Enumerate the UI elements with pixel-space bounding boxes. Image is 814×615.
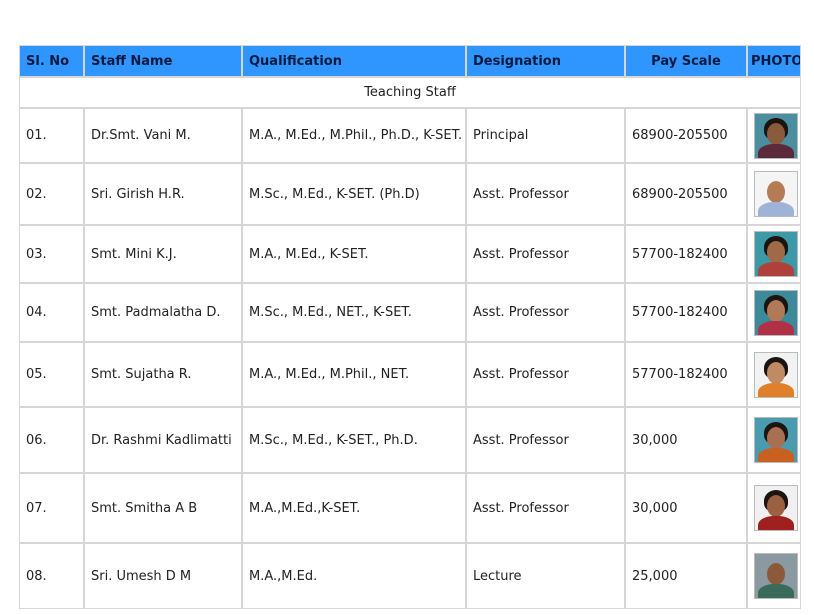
table-row: 03. Smt. Mini K.J. M.A., M.Ed., K-SET. Asst… [19, 225, 801, 283]
pay-scale-cell: 57700-182400 [625, 342, 747, 407]
table-row: 06. Dr. Rashmi Kadlimatti M.Sc., M.Ed., K-… [19, 407, 801, 473]
designation-cell: Asst. Professor [466, 407, 625, 473]
table-row: 05. Smt. Sujatha R. M.A., M.Ed., M.Phil., … [19, 342, 801, 407]
pay-scale-cell: 25,000 [625, 543, 747, 609]
designation-cell: Asst. Professor [466, 283, 625, 342]
qualification-cell: M.Sc., M.Ed., NET., K-SET. [242, 283, 466, 342]
staff-photo [754, 112, 798, 159]
staff-photo [754, 485, 798, 531]
designation-cell: Asst. Professor [466, 342, 625, 407]
table-row: 01. Dr.Smt. Vani M. M.A., M.Ed., M.Phil., … [19, 108, 801, 163]
staff-photo [754, 289, 798, 336]
table-row: 02. Sri. Girish H.R. M.Sc., M.Ed., K-SET. … [19, 163, 801, 225]
staff-table: Sl. No Staff Name Qualification Designat… [19, 45, 801, 609]
sl-no-cell: 08. [19, 543, 84, 609]
qualification-cell: M.A., M.Ed., M.Phil., NET. [242, 342, 466, 407]
qualification-cell: M.A., M.Ed., M.Phil., Ph.D., K-SET. [242, 108, 466, 163]
section-title: Teaching Staff [19, 77, 801, 108]
table-row: 04. Smt. Padmalatha D. M.Sc., M.Ed., NET.,… [19, 283, 801, 342]
header-staff-name: Staff Name [84, 45, 242, 77]
staff-name-cell: Smt. Smitha A B [84, 473, 242, 543]
staff-name-cell: Smt. Mini K.J. [84, 225, 242, 283]
qualification-cell: M.Sc., M.Ed., K-SET. (Ph.D) [242, 163, 466, 225]
header-qualification: Qualification [242, 45, 466, 77]
designation-cell: Asst. Professor [466, 163, 625, 225]
staff-name-cell: Smt. Padmalatha D. [84, 283, 242, 342]
staff-name-cell: Dr. Rashmi Kadlimatti [84, 407, 242, 473]
designation-cell: Asst. Professor [466, 473, 625, 543]
staff-photo [754, 553, 798, 599]
staff-name-cell: Sri. Umesh D M [84, 543, 242, 609]
designation-cell: Lecture [466, 543, 625, 609]
sl-no-cell: 06. [19, 407, 84, 473]
pay-scale-cell: 57700-182400 [625, 283, 747, 342]
staff-name-cell: Dr.Smt. Vani M. [84, 108, 242, 163]
pay-scale-cell: 68900-205500 [625, 108, 747, 163]
pay-scale-cell: 30,000 [625, 473, 747, 543]
header-pay-scale: Pay Scale [625, 45, 747, 77]
staff-photo [754, 351, 798, 398]
photo-cell [747, 283, 801, 342]
designation-cell: Principal [466, 108, 625, 163]
table-row: 08. Sri. Umesh D M M.A.,M.Ed. Lecture 25,000 [19, 543, 801, 609]
photo-cell [747, 108, 801, 163]
sl-no-cell: 04. [19, 283, 84, 342]
qualification-cell: M.A.,M.Ed.,K-SET. [242, 473, 466, 543]
staff-photo [754, 417, 798, 463]
staff-name-cell: Smt. Sujatha R. [84, 342, 242, 407]
sl-no-cell: 02. [19, 163, 84, 225]
pay-scale-cell: 57700-182400 [625, 225, 747, 283]
photo-cell [747, 342, 801, 407]
table-row: 07. Smt. Smitha A B M.A.,M.Ed.,K-SET. Asst.… [19, 473, 801, 543]
qualification-cell: M.A., M.Ed., K-SET. [242, 225, 466, 283]
sl-no-cell: 07. [19, 473, 84, 543]
staff-photo [754, 231, 798, 277]
pay-scale-cell: 68900-205500 [625, 163, 747, 225]
qualification-cell: M.Sc., M.Ed., K-SET., Ph.D. [242, 407, 466, 473]
header-designation: Designation [466, 45, 625, 77]
qualification-cell: M.A.,M.Ed. [242, 543, 466, 609]
photo-cell [747, 473, 801, 543]
staff-photo [754, 171, 798, 217]
photo-cell [747, 407, 801, 473]
designation-cell: Asst. Professor [466, 225, 625, 283]
header-photo: PHOTO [747, 45, 801, 77]
photo-cell [747, 163, 801, 225]
section-row: Teaching Staff [19, 77, 801, 108]
photo-cell [747, 543, 801, 609]
header-sl-no: Sl. No [19, 45, 84, 77]
photo-cell [747, 225, 801, 283]
table-header-row: Sl. No Staff Name Qualification Designat… [19, 45, 801, 77]
pay-scale-cell: 30,000 [625, 407, 747, 473]
staff-name-cell: Sri. Girish H.R. [84, 163, 242, 225]
sl-no-cell: 03. [19, 225, 84, 283]
sl-no-cell: 01. [19, 108, 84, 163]
sl-no-cell: 05. [19, 342, 84, 407]
